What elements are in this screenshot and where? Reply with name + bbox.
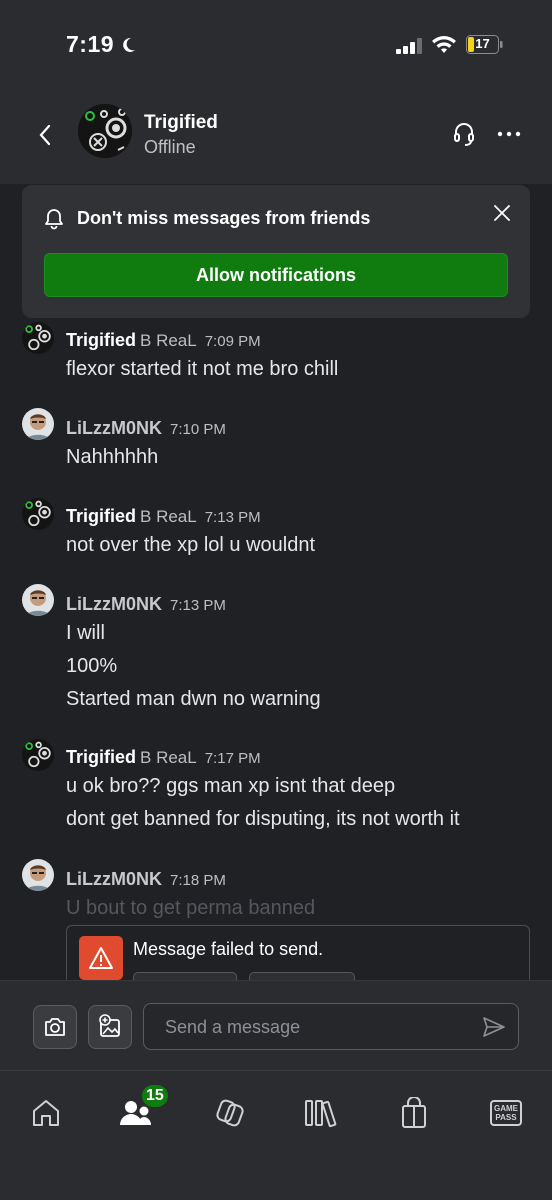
party-chat-icon	[216, 1099, 244, 1127]
signal-icon	[396, 38, 422, 54]
message-text[interactable]: I will	[66, 622, 105, 645]
warning-icon	[79, 936, 123, 980]
avatar[interactable]	[22, 584, 54, 616]
bottom-nav: 15 GAME PASS	[0, 1070, 552, 1200]
send-icon[interactable]	[482, 1015, 506, 1039]
controller-avatar-icon	[22, 322, 54, 354]
sender-name[interactable]: LiLzzM0NK	[66, 418, 162, 439]
message-text[interactable]: 100%	[66, 655, 117, 678]
close-icon[interactable]	[492, 203, 512, 223]
game-pass-icon: GAME PASS	[490, 1100, 522, 1126]
person-avatar-icon	[22, 408, 54, 440]
avatar[interactable]	[22, 859, 54, 891]
message-time: 7:13 PM	[204, 509, 261, 526]
message-time: 7:18 PM	[170, 872, 226, 889]
message-header: Trigified B ReaL 7:13 PM	[66, 506, 261, 527]
avatar[interactable]	[22, 498, 54, 530]
message-text[interactable]: not over the xp lol u wouldnt	[66, 534, 315, 557]
headset-icon[interactable]	[450, 120, 478, 148]
message-text[interactable]: U bout to get perma banned	[66, 897, 315, 920]
message-text[interactable]: flexor started it not me bro chill	[66, 358, 338, 381]
message-placeholder: Send a message	[165, 1017, 301, 1037]
message-header: Trigified B ReaL 7:17 PM	[66, 747, 261, 768]
avatar[interactable]	[22, 739, 54, 771]
sender-tag: B ReaL	[140, 507, 197, 526]
contact-name[interactable]: Trigified	[144, 112, 218, 134]
home-icon	[33, 1100, 59, 1126]
message-time: 7:13 PM	[170, 597, 226, 614]
message-text[interactable]: dont get banned for disputing, its not w…	[66, 808, 460, 831]
controller-avatar-icon	[78, 104, 132, 158]
message-header: LiLzzM0NK 7:10 PM	[66, 418, 226, 439]
person-avatar-icon	[22, 859, 54, 891]
message-time: 7:10 PM	[170, 421, 226, 438]
status-time: 7:19	[66, 31, 138, 58]
bell-icon	[45, 209, 63, 230]
contact-presence: Offline	[144, 137, 196, 157]
notification-banner: Don't miss messages from friends Allow n…	[22, 185, 530, 318]
status-bar: 7:19 17	[0, 0, 552, 92]
game-pass-line2: PASS	[495, 1113, 517, 1122]
chat-header: Trigified Offline	[0, 92, 552, 184]
failed-text: Message failed to send.	[133, 939, 324, 959]
camera-icon	[45, 1018, 65, 1036]
message-input[interactable]: Send a message	[143, 1003, 519, 1050]
friends-badge: 15	[142, 1085, 168, 1107]
message-text[interactable]: u ok bro?? ggs man xp isnt that deep	[66, 775, 395, 798]
message-text[interactable]: Nahhhhhh	[66, 446, 158, 469]
sender-name[interactable]: LiLzzM0NK	[66, 869, 162, 890]
message-time: 7:17 PM	[204, 750, 261, 767]
chevron-left-icon	[39, 124, 51, 146]
notification-text: Don't miss messages from friends	[77, 208, 371, 228]
message-time: 7:09 PM	[204, 333, 261, 350]
battery-level: 17	[475, 36, 490, 51]
store-bag-icon	[402, 1097, 426, 1128]
wifi-icon	[432, 36, 456, 53]
sender-name[interactable]: LiLzzM0NK	[66, 594, 162, 615]
moon-icon	[123, 37, 136, 52]
warning-triangle-icon	[89, 947, 113, 969]
back-button[interactable]	[30, 120, 60, 150]
game-pass-line1: GAME	[494, 1104, 518, 1113]
message-composer: Send a message	[0, 980, 552, 1070]
message-header: LiLzzM0NK 7:13 PM	[66, 594, 226, 615]
allow-notifications-button[interactable]: Allow notifications	[44, 253, 508, 297]
avatar[interactable]	[22, 322, 54, 354]
controller-avatar-icon	[22, 498, 54, 530]
controller-avatar-icon	[22, 739, 54, 771]
status-time-text: 7:19	[66, 31, 115, 57]
add-image-button[interactable]	[88, 1005, 132, 1049]
add-image-icon	[99, 1014, 120, 1037]
camera-button[interactable]	[33, 1005, 77, 1049]
message-header: Trigified B ReaL 7:09 PM	[66, 330, 261, 351]
nav-library[interactable]	[304, 1095, 340, 1131]
sender-tag: B ReaL	[140, 748, 197, 767]
nav-store[interactable]	[396, 1095, 432, 1131]
avatar[interactable]	[22, 408, 54, 440]
nav-game-pass[interactable]: GAME PASS	[488, 1095, 524, 1131]
chat-screen: 7:19 17 Trigified Offline Don't miss mes…	[0, 0, 552, 1200]
nav-party[interactable]	[212, 1095, 248, 1131]
avatar[interactable]	[78, 104, 132, 158]
message-header: LiLzzM0NK 7:18 PM	[66, 869, 226, 890]
library-icon	[305, 1100, 337, 1128]
more-options-icon[interactable]	[495, 120, 523, 148]
message-text[interactable]: Started man dwn no warning	[66, 688, 321, 711]
sender-tag: B ReaL	[140, 331, 197, 350]
nav-home[interactable]	[28, 1095, 64, 1131]
person-avatar-icon	[22, 584, 54, 616]
sender-name[interactable]: Trigified	[66, 330, 136, 351]
sender-name[interactable]: Trigified	[66, 506, 136, 527]
sender-name[interactable]: Trigified	[66, 747, 136, 768]
